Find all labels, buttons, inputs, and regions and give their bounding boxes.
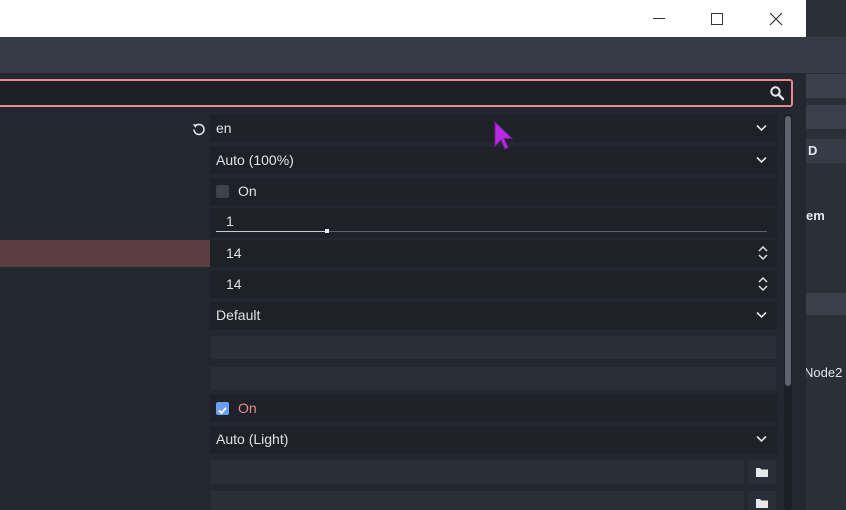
spinbox-one-value: 14 [226,245,242,261]
checkmark-icon [218,407,227,415]
folder-icon [756,499,768,508]
close-icon [769,12,783,25]
mouse-cursor-icon [494,120,514,150]
toggle-one-label: On [238,183,257,199]
language-value: en [216,120,232,136]
dialog-toolbar [0,37,806,73]
bg-label-node[interactable]: Node2 [804,365,842,380]
maximize-icon [711,12,723,25]
browse-folder-button[interactable] [748,491,776,510]
spinbox-two[interactable]: 14 [210,271,777,298]
vertical-scrollbar[interactable] [784,114,792,510]
default-dropdown-value: Default [216,307,261,323]
minimize-icon [653,17,665,19]
chevron-down-icon [756,156,767,164]
bg-divider [806,293,846,315]
toggle-row-two: On [210,395,777,422]
slider-value: 1 [226,213,234,229]
bg-tab-strip [806,74,846,98]
browse-folder-button[interactable] [748,460,776,484]
slider-fill [216,231,327,232]
path-field-two[interactable] [211,491,744,510]
bg-label-d: D [808,143,818,158]
toggle-row-one: On [210,178,777,205]
theme-mode-dropdown[interactable]: Auto (Light) [210,426,777,453]
minimize-button[interactable] [630,0,688,37]
search-bar [0,79,793,107]
scrollbar-grabber[interactable] [785,116,791,386]
text-field-one[interactable] [211,336,776,359]
slider-handle[interactable] [325,229,330,233]
close-button[interactable] [747,0,805,37]
display-scale-value: Auto (100%) [216,152,294,168]
display-scale-dropdown[interactable]: Auto (100%) [210,147,777,174]
folder-icon [756,468,768,477]
slider-row: 1 [210,208,777,238]
bg-toolbar [806,105,846,129]
spinbox-two-value: 14 [226,276,242,292]
default-dropdown[interactable]: Default [210,302,777,329]
checkbox-checked[interactable] [216,402,229,415]
settings-category-tree [0,114,210,510]
theme-mode-value: Auto (Light) [216,431,289,447]
bg-top-bar [806,37,846,73]
search-input[interactable] [4,83,748,105]
title-bar [0,0,806,37]
path-field-one[interactable] [211,460,744,484]
spin-arrows-icon[interactable] [757,245,769,261]
selected-category-row[interactable] [0,240,210,267]
spinbox-one[interactable]: 14 [210,240,777,267]
text-field-two[interactable] [211,367,776,390]
revert-icon[interactable] [192,122,206,136]
chevron-down-icon [756,435,767,443]
checkbox-unchecked[interactable] [216,185,229,198]
spin-arrows-icon[interactable] [757,276,769,292]
bg-label-em: em [806,208,825,223]
chevron-down-icon [756,311,767,319]
editor-settings-dialog: en Auto (100%) On 1 14 14 Default On Aut… [0,0,806,510]
chevron-down-icon [756,124,767,132]
toggle-two-label: On [238,400,257,416]
maximize-button[interactable] [688,0,746,37]
search-icon[interactable] [769,85,785,101]
background-editor: D em Node2 [804,0,846,510]
